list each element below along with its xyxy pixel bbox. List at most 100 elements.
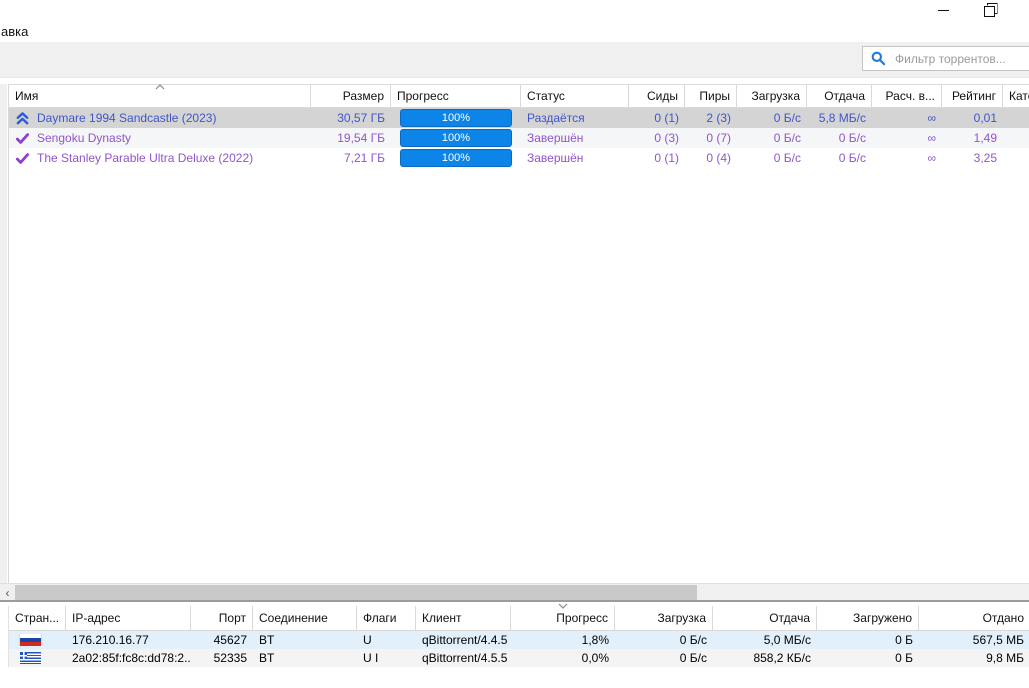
minimize-button[interactable] xyxy=(928,0,958,20)
torrent-status: Завершён xyxy=(527,151,584,165)
peer-uploaded: 567,5 МБ xyxy=(972,633,1024,647)
peer-up-speed: 858,2 КБ/с xyxy=(753,651,811,665)
peer-flags: U I xyxy=(363,651,379,665)
torrent-status: Раздаётся xyxy=(527,111,585,125)
column-header-peers[interactable]: Пиры xyxy=(685,85,737,107)
peer-port: 45627 xyxy=(213,633,247,647)
peer-row[interactable]: 176.210.16.77 45627 BT U qBittorrent/4.4… xyxy=(9,631,1029,649)
torrent-list-header: Имя Размер Прогресс Статус Сиды Пиры Заг… xyxy=(9,84,1029,108)
peer-up-speed: 5,0 МБ/с xyxy=(763,633,811,647)
column-header-seeds[interactable]: Сиды xyxy=(629,85,685,107)
peer-downloaded: 0 Б xyxy=(895,651,913,665)
sort-descending-icon xyxy=(558,603,568,609)
sort-ascending-icon xyxy=(155,84,165,90)
russia-flag-icon xyxy=(20,634,41,646)
progress-bar: 100% xyxy=(400,109,512,127)
torrent-row[interactable]: Daymare 1994 Sandcastle (2023) 30,57 ГБ … xyxy=(9,108,1029,128)
peer-dl-speed: 0 Б/с xyxy=(679,651,707,665)
qbittorrent-window: авка Имя Размер Прогресс Статус Сиды Пир… xyxy=(0,0,1029,688)
column-header-upload[interactable]: Отдача xyxy=(807,85,872,107)
torrent-seeds: 0 (3) xyxy=(654,131,679,145)
peer-column-upload[interactable]: Отдача xyxy=(713,606,817,630)
torrent-up-speed: 0 Б/с xyxy=(838,131,866,145)
peers-panel: Стран... IP-адрес Порт Соединение Флаги … xyxy=(0,603,1029,688)
peer-flags: U xyxy=(363,633,372,647)
torrent-size: 19,54 ГБ xyxy=(337,131,385,145)
column-header-progress[interactable]: Прогресс xyxy=(391,85,521,107)
torrent-dl-speed: 0 Б/с xyxy=(773,151,801,165)
peer-column-connection[interactable]: Соединение xyxy=(253,606,357,630)
torrent-up-speed: 0 Б/с xyxy=(838,151,866,165)
scroll-left-arrow[interactable]: ‹ xyxy=(0,584,15,601)
torrent-ratio: 0,01 xyxy=(973,111,997,125)
peer-ip: 2a02:85f:fc8c:dd78:2... xyxy=(72,651,191,665)
peer-list: Стран... IP-адрес Порт Соединение Флаги … xyxy=(8,603,1029,667)
restore-button[interactable] xyxy=(974,0,1004,20)
peer-dl-speed: 0 Б/с xyxy=(679,633,707,647)
column-header-download[interactable]: Загрузка xyxy=(737,85,807,107)
minimize-icon xyxy=(937,9,949,11)
peer-connection: BT xyxy=(259,651,275,665)
peer-column-uploaded[interactable]: Отдано xyxy=(919,606,1029,630)
peer-column-country[interactable]: Стран... xyxy=(9,606,66,630)
menu-item-help[interactable]: авка xyxy=(1,24,28,39)
completed-icon xyxy=(15,152,30,164)
peer-column-port[interactable]: Порт xyxy=(191,606,253,630)
greece-flag-icon xyxy=(20,652,41,664)
peer-port: 52335 xyxy=(213,651,247,665)
torrent-name: The Stanley Parable Ultra Deluxe (2022) xyxy=(37,151,254,165)
torrent-up-speed: 5,8 МБ/с xyxy=(818,111,866,125)
toolbar xyxy=(0,42,1029,78)
column-header-ratio[interactable]: Рейтинг xyxy=(942,85,1003,107)
torrent-peers: 2 (3) xyxy=(706,111,731,125)
scrollbar-thumb[interactable] xyxy=(15,585,697,600)
title-bar xyxy=(0,0,1029,20)
peer-column-ip[interactable]: IP-адрес xyxy=(66,606,191,630)
progress-bar: 100% xyxy=(400,129,512,147)
torrent-dl-speed: 0 Б/с xyxy=(773,111,801,125)
peer-client: qBittorrent/4.4.5 xyxy=(422,633,508,647)
peer-downloaded: 0 Б xyxy=(895,633,913,647)
torrent-peers: 0 (7) xyxy=(706,131,731,145)
torrent-eta: ∞ xyxy=(927,151,936,165)
torrent-row[interactable]: The Stanley Parable Ultra Deluxe (2022) … xyxy=(9,148,1029,168)
progress-bar: 100% xyxy=(400,149,512,167)
torrent-name: Sengoku Dynasty xyxy=(37,131,132,145)
torrent-peers: 0 (4) xyxy=(706,151,731,165)
peer-progress: 1,8% xyxy=(581,633,609,647)
torrent-ratio: 1,49 xyxy=(973,131,997,145)
peer-list-header: Стран... IP-адрес Порт Соединение Флаги … xyxy=(9,603,1029,631)
column-header-category[interactable]: Кате xyxy=(1003,85,1029,107)
peer-connection: BT xyxy=(259,633,275,647)
torrent-row[interactable]: Sengoku Dynasty 19,54 ГБ 100% Завершён 0… xyxy=(9,128,1029,148)
peer-column-flags[interactable]: Флаги xyxy=(357,606,416,630)
column-header-eta[interactable]: Расч. в... xyxy=(872,85,942,107)
column-header-size[interactable]: Размер xyxy=(311,85,391,107)
menu-bar: авка xyxy=(0,20,1029,42)
torrent-dl-speed: 0 Б/с xyxy=(773,131,801,145)
seeding-icon xyxy=(16,111,29,124)
torrent-size: 7,21 ГБ xyxy=(343,151,385,165)
peer-column-download[interactable]: Загрузка xyxy=(615,606,713,630)
peer-column-client[interactable]: Клиент xyxy=(416,606,511,630)
torrent-eta: ∞ xyxy=(927,131,936,145)
torrent-eta: ∞ xyxy=(927,111,936,125)
column-header-status[interactable]: Статус xyxy=(521,85,629,107)
peer-row[interactable]: 2a02:85f:fc8c:dd78:2... 52335 BT U I qBi… xyxy=(9,649,1029,667)
torrent-name: Daymare 1994 Sandcastle (2023) xyxy=(37,111,217,125)
side-panel-edge xyxy=(0,84,7,601)
torrent-filter-input[interactable] xyxy=(893,50,1017,67)
search-icon xyxy=(871,51,886,66)
peer-client: qBittorrent/4.5.5 xyxy=(422,651,508,665)
restore-icon xyxy=(983,6,995,17)
torrent-seeds: 0 (1) xyxy=(654,151,679,165)
torrent-status: Завершён xyxy=(527,131,584,145)
completed-icon xyxy=(15,132,30,144)
peer-progress: 0,0% xyxy=(581,651,609,665)
torrent-size: 30,57 ГБ xyxy=(337,111,385,125)
horizontal-scrollbar[interactable]: ‹ xyxy=(0,583,1029,601)
peer-ip: 176.210.16.77 xyxy=(72,633,149,647)
torrent-ratio: 3,25 xyxy=(973,151,997,165)
peer-uploaded: 9,8 МБ xyxy=(986,651,1024,665)
peer-column-downloaded[interactable]: Загружено xyxy=(817,606,919,630)
